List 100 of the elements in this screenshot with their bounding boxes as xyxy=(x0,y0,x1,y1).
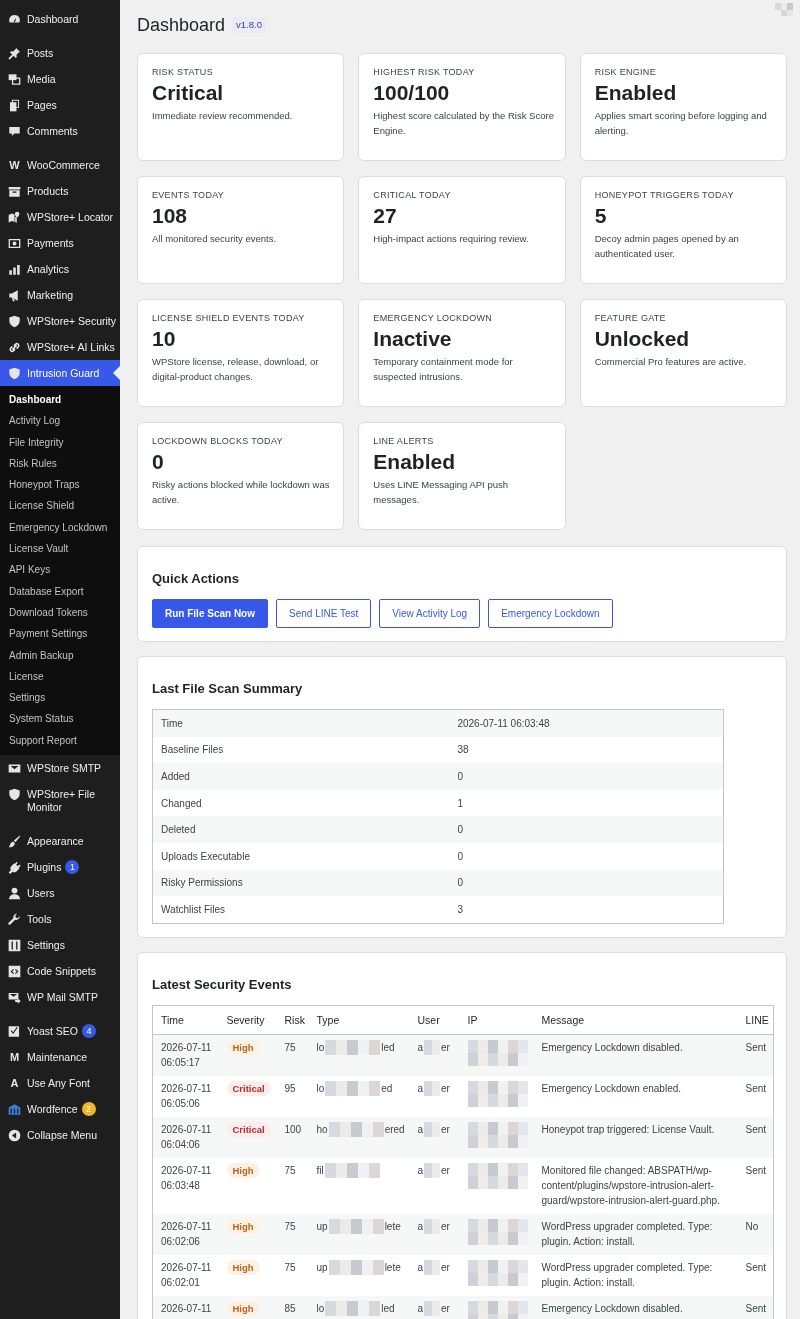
table-cell: Sent xyxy=(737,1295,774,1319)
sidebar-menu-item[interactable]: Marketing xyxy=(0,282,76,308)
mail-send-icon xyxy=(8,990,21,1004)
table-cell: 2026-07-11 06:05:17 xyxy=(152,1034,219,1076)
table-cell: 0 xyxy=(449,763,724,790)
sidebar-menu-item[interactable]: Settings xyxy=(0,932,67,959)
primary-action-button[interactable]: Run File Scan Now xyxy=(152,599,268,628)
pages-icon xyxy=(8,98,21,112)
pixelated-redaction xyxy=(324,1162,380,1178)
submenu-item[interactable]: Download Tokens xyxy=(0,601,92,624)
sidebar-menu-item[interactable]: M Maintenance xyxy=(0,1044,90,1071)
table-cell: 0 xyxy=(449,869,724,897)
menu-pointer-icon xyxy=(113,366,120,380)
submenu-item[interactable]: File Integrity xyxy=(0,431,68,453)
sidebar-menu-item[interactable]: Media xyxy=(0,66,58,92)
sidebar-menu-item[interactable]: Posts xyxy=(0,40,56,66)
section-heading: Quick Actions xyxy=(152,570,240,588)
link-icon xyxy=(8,340,21,354)
submenu-item[interactable]: License Shield xyxy=(0,495,79,517)
submenu-item[interactable]: Honeypot Traps xyxy=(0,474,84,496)
submenu-item[interactable]: Settings xyxy=(0,687,50,709)
sidebar-menu-item[interactable]: Code Snippets xyxy=(0,958,98,985)
submenu-item[interactable]: Risk Rules xyxy=(0,452,61,475)
pixelated-redaction xyxy=(424,1080,441,1096)
map-icon xyxy=(8,210,21,224)
stat-description: Decoy admin pages opened by an authenticated user. xyxy=(594,232,740,261)
code-icon xyxy=(8,964,21,978)
archive-box-icon xyxy=(8,184,21,198)
severity-badge: High xyxy=(226,1218,260,1234)
submenu-item[interactable]: System Status xyxy=(0,708,78,730)
table-cell: Sent xyxy=(737,1075,774,1117)
column-header: User xyxy=(409,1005,460,1035)
table-cell-text: a xyxy=(417,1302,424,1314)
sidebar-menu-item[interactable]: Analytics xyxy=(0,256,71,282)
paintbrush-icon xyxy=(8,834,21,848)
sidebar-menu-item[interactable]: W WooCommerce xyxy=(0,152,102,178)
sidebar-menu-item[interactable]: Users xyxy=(0,880,57,907)
stat-label: LOCKDOWN BLOCKS TODAY xyxy=(152,435,284,447)
section-heading: Latest Security Events xyxy=(152,975,293,994)
action-button[interactable]: View Activity Log xyxy=(379,599,481,628)
sidebar-menu-item[interactable]: Comments xyxy=(0,118,80,144)
sidebar-menu-item[interactable]: Payments xyxy=(0,230,76,256)
sidebar-menu-item[interactable]: Products xyxy=(0,178,71,204)
stat-description: Temporary containment mode for suspected intrusions. xyxy=(373,355,514,384)
sidebar-menu-item[interactable]: Dashboard xyxy=(0,6,81,32)
sidebar-menu-item[interactable]: Intrusion Guard xyxy=(0,360,120,386)
sidebar-menu-item[interactable]: WPStore SMTP xyxy=(0,755,104,782)
sidebar-menu-item[interactable]: Yoast SEO xyxy=(0,1018,80,1045)
pixelated-redaction xyxy=(328,1121,384,1137)
sidebar-menu-item[interactable]: WP Mail SMTP xyxy=(0,984,100,1011)
submenu-item[interactable]: Database Export xyxy=(0,580,88,602)
table-cell-text: led xyxy=(381,1302,395,1314)
sidebar-menu-item[interactable]: Wordfence xyxy=(0,1096,80,1123)
table-cell: Watchlist Files xyxy=(152,896,450,924)
sidebar-menu-item[interactable]: WPStore+ AI Links xyxy=(0,334,117,360)
sidebar-menu-item[interactable]: A Use Any Font xyxy=(0,1070,93,1097)
shield-icon xyxy=(8,787,21,801)
page-title: Dashboard xyxy=(137,14,226,36)
notification-count: 4 xyxy=(82,1024,96,1039)
submenu-item[interactable]: License Vault xyxy=(0,538,73,560)
table-cell-text: a xyxy=(417,1164,424,1176)
stat-value: 0 xyxy=(152,450,165,474)
table-cell: No xyxy=(737,1213,774,1255)
stat-description: Commercial Pro features are active. xyxy=(594,355,748,369)
submenu-item[interactable]: Activity Log xyxy=(0,410,65,432)
submenu-item[interactable]: Dashboard xyxy=(0,389,66,411)
column-header: Message xyxy=(533,1005,738,1035)
submenu-item[interactable]: Support Report xyxy=(0,729,81,752)
sidebar-menu-item[interactable]: WPStore+ File Monitor xyxy=(0,781,120,821)
sidebar-menu-item[interactable]: Tools xyxy=(0,906,54,933)
table-cell: Added xyxy=(152,763,450,790)
table-cell-text: lo xyxy=(316,1082,325,1094)
table-cell: 2026-07-11 06:02:01 xyxy=(152,1254,219,1296)
table-cell-text: ho xyxy=(316,1123,328,1135)
pixelated-redaction xyxy=(467,1162,528,1189)
letter-icon: A xyxy=(8,1076,21,1090)
sidebar-menu-item[interactable]: WPStore+ Locator xyxy=(0,204,116,230)
action-button[interactable]: Emergency Lockdown xyxy=(488,599,613,628)
submenu-item[interactable]: Emergency Lockdown xyxy=(0,516,112,539)
table-cell-text: er xyxy=(441,1261,450,1273)
sidebar-menu-item[interactable]: WPStore+ Security xyxy=(0,308,118,334)
submenu-item[interactable]: License xyxy=(0,665,48,688)
submenu-item[interactable]: Admin Backup xyxy=(0,644,78,666)
submenu-item[interactable]: API Keys xyxy=(0,559,55,581)
stat-value: Unlocked xyxy=(594,327,691,351)
sidebar-menu-item[interactable]: Collapse Menu xyxy=(0,1122,100,1149)
banknote-icon xyxy=(8,236,21,250)
table-cell: Baseline Files xyxy=(152,736,450,764)
severity-badge: Critical xyxy=(226,1080,271,1096)
table-cell: Emergency Lockdown disabled. xyxy=(533,1034,738,1076)
wrench-icon xyxy=(8,912,21,926)
sidebar-menu-item[interactable]: Appearance xyxy=(0,828,86,855)
version-tag: v1.8.0 xyxy=(232,17,266,33)
sidebar-menu-item[interactable]: Plugins xyxy=(0,854,64,881)
table-cell-text: lete xyxy=(384,1261,401,1273)
submenu-item[interactable]: Payment Settings xyxy=(0,623,92,645)
sidebar-menu-item[interactable]: Pages xyxy=(0,92,59,118)
stat-description: Risky actions blocked while lockdown was active. xyxy=(152,478,331,507)
table-cell: Monitored file changed: ABSPATH/wp-content/plugins/wpstore-intrusion-alert-guard/wpstore-intrusion-alert-guard.php. xyxy=(533,1157,738,1214)
action-button[interactable]: Send LINE Test xyxy=(276,599,372,628)
